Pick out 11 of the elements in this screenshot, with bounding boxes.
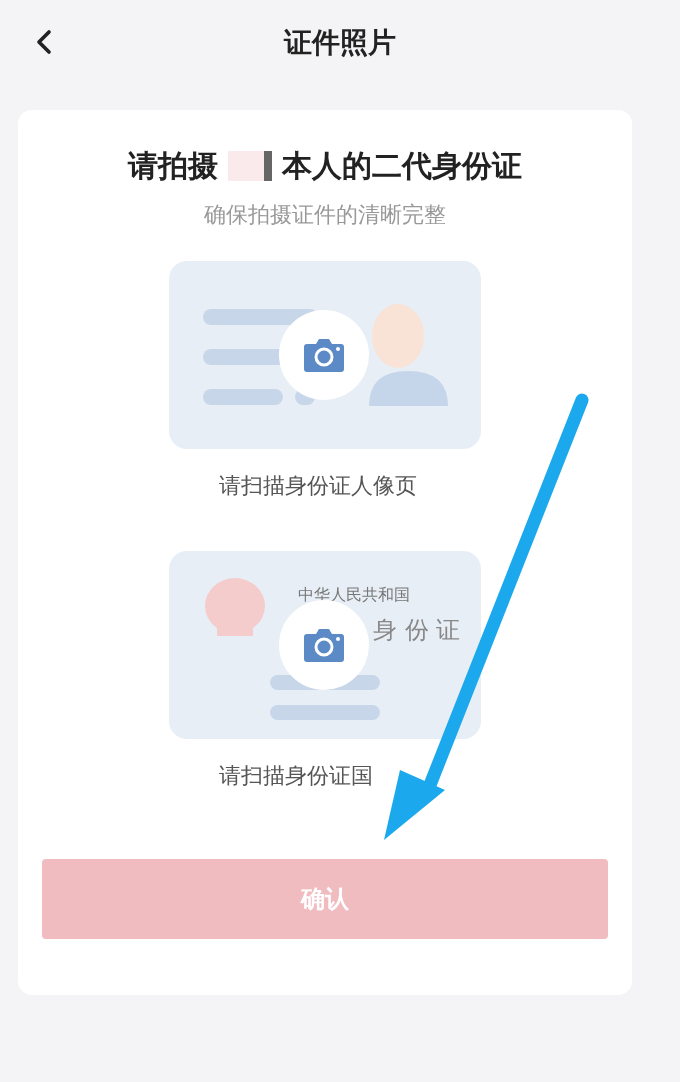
camera-button[interactable] (279, 310, 369, 400)
camera-icon (303, 628, 345, 662)
card-title-text: 身 份 证 (373, 615, 461, 645)
card-title-end: 本人的二代身份证 (282, 147, 522, 185)
page-title: 证件照片 (284, 24, 396, 61)
slot-caption: 请扫描身份证国 (219, 762, 373, 790)
camera-icon (303, 338, 345, 372)
redaction-mark (228, 151, 272, 181)
card-title-start: 请拍摄 (128, 147, 218, 185)
slot-caption: 请扫描身份证人像页 (219, 472, 417, 500)
card-subtitle: 确保拍摄证件的清晰完整 (204, 201, 446, 229)
